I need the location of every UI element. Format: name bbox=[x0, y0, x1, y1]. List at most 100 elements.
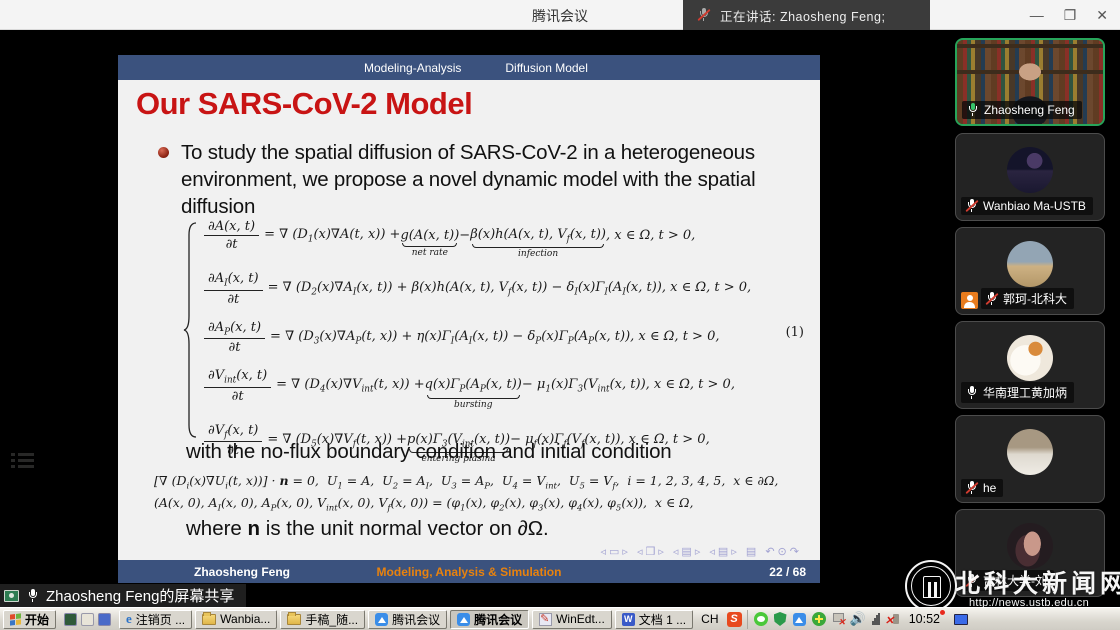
frac-denominator: ∂t bbox=[232, 388, 244, 404]
participant-tile[interactable]: Zhaosheng Feng bbox=[955, 38, 1105, 126]
word-icon: W bbox=[622, 613, 635, 626]
show-desktop-icon[interactable] bbox=[64, 613, 77, 626]
close-icon[interactable]: ✕ bbox=[1096, 8, 1108, 22]
screen-share-icon bbox=[4, 590, 19, 602]
share-banner-label: Zhaosheng Feng的屏幕共享 bbox=[46, 585, 234, 606]
eq-term: , x ∈ Ω, t > 0, bbox=[606, 228, 695, 243]
watermark-title: 北科大新闻网 bbox=[955, 564, 1115, 600]
notepad-icon[interactable] bbox=[81, 613, 94, 626]
participant-list-toggle-icon[interactable] bbox=[10, 450, 36, 474]
taskbar-button-ie[interactable]: e 注销页 ... bbox=[119, 610, 192, 629]
participant-name: 郭珂-北科大 bbox=[1003, 290, 1067, 307]
windows-logo-icon bbox=[10, 613, 21, 625]
name-bar: Zhaosheng Feng bbox=[962, 101, 1082, 119]
avatar bbox=[1007, 523, 1053, 569]
equation-row: ∂AP(x, t)∂t = ∇ (D3(x)∇AP(t, x)) + η(x)Γ… bbox=[204, 320, 751, 356]
name-bar: 华南理工黄加炳 bbox=[961, 382, 1074, 403]
meeting-icon bbox=[375, 613, 388, 626]
university-seal-icon bbox=[905, 560, 957, 612]
taskbar-button-label: Wanbia... bbox=[220, 612, 270, 626]
eq-term: − bbox=[459, 228, 470, 243]
quick-launch bbox=[59, 613, 116, 626]
language-indicator[interactable]: CH bbox=[696, 611, 723, 627]
wechat-icon[interactable] bbox=[754, 612, 768, 626]
taskbar-button-label: 手稿_随... bbox=[305, 611, 358, 628]
ie-icon: e bbox=[126, 611, 132, 627]
frac-denominator: ∂t bbox=[226, 236, 238, 252]
participant-tile[interactable]: Wanbiao Ma-USTB bbox=[955, 133, 1105, 221]
host-badge-icon bbox=[961, 292, 978, 309]
taskbar-button-meeting-active[interactable]: 腾讯会议 bbox=[450, 610, 529, 629]
network-icon[interactable] bbox=[872, 613, 880, 625]
window-titlebar: 腾讯会议 正在讲话: Zhaosheng Feng; — ❐ ✕ bbox=[0, 0, 1120, 30]
name-bar: Wanbiao Ma-USTB bbox=[961, 197, 1093, 215]
slide-footer: Zhaosheng Feng Modeling, Analysis & Simu… bbox=[118, 560, 820, 583]
taskbar: 开始 e 注销页 ... Wanbia... 手稿_随... 腾讯会议 腾讯会议 bbox=[0, 607, 1120, 630]
winedt-icon bbox=[539, 613, 552, 626]
show-desktop-tray-icon[interactable] bbox=[954, 614, 968, 625]
frac-denominator: ∂t bbox=[229, 339, 241, 355]
eq-term: = ∇ (D2(x)∇AI(x, t)) + β(x)h(A(x, t), Vf… bbox=[268, 280, 752, 298]
device-error-icon[interactable] bbox=[886, 613, 899, 626]
speaking-label: 正在讲话: Zhaosheng Feng; bbox=[720, 6, 885, 25]
frac-denominator: ∂t bbox=[227, 291, 239, 307]
beamer-navigation-icons[interactable]: ◃▭▹ ◃❒▹ ◃▤▹ ◃▤▹ ▤ ↶⊙↷ bbox=[600, 545, 802, 558]
sogou-icon[interactable]: S bbox=[727, 612, 742, 627]
eq-term-underbraced: β(x)h(A(x, t), Vf(x, t))infection bbox=[470, 227, 606, 245]
participants-sidebar: Zhaosheng Feng Wanbiao Ma-USTB 郭珂-北科大 华南… bbox=[948, 32, 1120, 630]
folder-icon bbox=[202, 614, 216, 625]
name-bar: 郭珂-北科大 bbox=[981, 288, 1074, 309]
volume-icon[interactable]: 🔊 bbox=[850, 611, 866, 627]
meeting-tray-icon[interactable] bbox=[793, 613, 806, 626]
bullet-icon bbox=[158, 147, 169, 158]
avatar bbox=[1007, 147, 1053, 193]
taskbar-button-folder[interactable]: Wanbia... bbox=[195, 610, 277, 629]
taskbar-button-label: WinEdt... bbox=[556, 612, 605, 626]
tray-clock[interactable]: 10:52 bbox=[905, 612, 944, 626]
eq-term-underbraced: g(A(x, t))net rate bbox=[400, 228, 459, 243]
avatar bbox=[1007, 241, 1053, 287]
bullet-text: To study the spatial diffusion of SARS-C… bbox=[181, 139, 796, 220]
taskbar-button-meeting[interactable]: 腾讯会议 bbox=[368, 610, 447, 629]
participant-tile[interactable]: 华南理工黄加炳 bbox=[955, 321, 1105, 409]
minimize-icon[interactable]: — bbox=[1030, 8, 1044, 22]
restore-icon[interactable]: ❐ bbox=[1064, 8, 1077, 22]
equation-row: ∂Vint(x, t)∂t = ∇ (D4(x)∇Vint(t, x)) + q… bbox=[204, 368, 751, 404]
participant-tile[interactable]: 郭珂-北科大 bbox=[955, 227, 1105, 315]
eq-term: = ∇ (D1(x)∇A(t, x)) + bbox=[264, 227, 400, 245]
meeting-icon bbox=[457, 613, 470, 626]
taskbar-button-label: 腾讯会议 bbox=[474, 611, 522, 628]
footer-title: Modeling, Analysis & Simulation bbox=[118, 565, 820, 579]
slide-nav-bar: Modeling-Analysis Diffusion Model bbox=[118, 55, 820, 80]
equation-row: ∂A(x, t)∂t = ∇ (D1(x)∇A(t, x)) + g(A(x, … bbox=[204, 219, 751, 252]
slide-nav-tab: Modeling-Analysis bbox=[364, 61, 461, 75]
start-label: 开始 bbox=[25, 611, 49, 628]
antivirus-icon[interactable] bbox=[812, 612, 826, 626]
taskbar-button-winedt[interactable]: WinEdt... bbox=[532, 610, 612, 629]
app-icon[interactable] bbox=[98, 613, 111, 626]
participant-name: Wanbiao Ma-USTB bbox=[983, 199, 1086, 213]
avatar bbox=[1007, 429, 1053, 475]
meeting-window: 腾讯会议 正在讲话: Zhaosheng Feng; — ❐ ✕ Modelin… bbox=[0, 0, 1120, 630]
mic-on-icon bbox=[966, 103, 979, 117]
shield-icon[interactable] bbox=[774, 612, 787, 626]
footer-page-number: 22 / 68 bbox=[769, 565, 806, 579]
mic-muted-icon bbox=[985, 292, 998, 306]
slide-nav-tab: Diffusion Model bbox=[505, 61, 588, 75]
taskbar-button-folder[interactable]: 手稿_随... bbox=[280, 610, 365, 629]
mic-on-icon bbox=[965, 386, 978, 400]
taskbar-button-label: 文档 1 ... bbox=[639, 611, 686, 628]
flag-error-icon[interactable] bbox=[832, 613, 844, 626]
participant-name: Zhaosheng Feng bbox=[984, 103, 1075, 117]
taskbar-button-label: 腾讯会议 bbox=[392, 611, 440, 628]
screen-share-banner: Zhaosheng Feng的屏幕共享 bbox=[0, 584, 246, 607]
initial-condition: (A(x, 0), AI(x, 0), AP(x, 0), Vint(x, 0)… bbox=[154, 495, 694, 514]
folder-icon bbox=[287, 614, 301, 625]
taskbar-button-word[interactable]: W 文档 1 ... bbox=[615, 610, 693, 629]
system-tray: 🔊 10:52 bbox=[747, 610, 968, 629]
participant-tile[interactable]: he bbox=[955, 415, 1105, 503]
start-button[interactable]: 开始 bbox=[3, 610, 56, 629]
frac-numerator: ∂AI(x, t) bbox=[204, 271, 263, 291]
mic-icon bbox=[26, 589, 39, 603]
curly-brace bbox=[182, 221, 200, 439]
